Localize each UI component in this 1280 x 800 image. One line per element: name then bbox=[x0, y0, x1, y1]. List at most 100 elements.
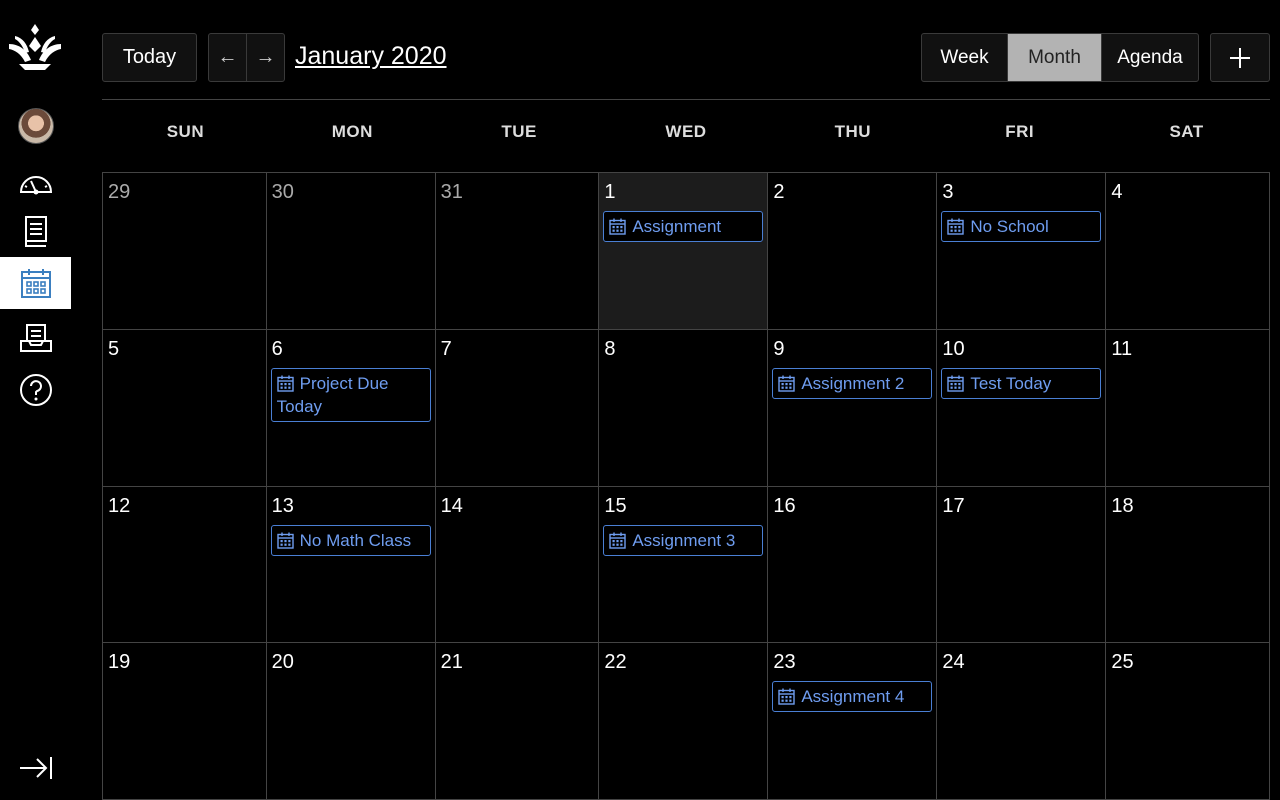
month-title[interactable]: January 2020 bbox=[295, 42, 447, 71]
event-title: No School bbox=[970, 217, 1049, 236]
day-number[interactable]: 23 bbox=[773, 651, 932, 674]
day-cell[interactable]: 9 Assignment 2 bbox=[768, 329, 938, 487]
day-cell[interactable]: 10 Test Today bbox=[937, 329, 1107, 487]
nav-inbox[interactable] bbox=[0, 312, 71, 364]
view-switcher: Week Month Agenda bbox=[921, 33, 1199, 82]
event-title: Assignment bbox=[632, 217, 722, 236]
day-number[interactable]: 16 bbox=[773, 495, 932, 518]
day-number[interactable]: 18 bbox=[1111, 495, 1265, 518]
weekday-label: MON bbox=[331, 122, 373, 141]
event-title: Test Today bbox=[970, 373, 1052, 393]
day-number[interactable]: 30 bbox=[272, 181, 431, 204]
day-cell[interactable]: 30 bbox=[266, 173, 436, 330]
day-cell[interactable]: 19 bbox=[103, 643, 267, 800]
courses-icon bbox=[24, 216, 47, 247]
day-number[interactable]: 29 bbox=[108, 181, 262, 204]
day-number[interactable]: 8 bbox=[604, 338, 763, 361]
event-calendar-icon bbox=[276, 375, 294, 392]
day-cell[interactable]: 17 bbox=[937, 486, 1107, 644]
month-nav-group: ← → bbox=[208, 33, 285, 82]
calendar-event[interactable]: No Math Class bbox=[270, 524, 431, 556]
collapse-nav-button[interactable] bbox=[0, 742, 71, 794]
day-cell[interactable]: 16 bbox=[768, 486, 938, 644]
calendar-event[interactable]: Assignment bbox=[603, 211, 764, 242]
calendar-event[interactable]: Project Due Today bbox=[270, 367, 431, 422]
calendar-event[interactable]: Assignment 4 bbox=[772, 681, 933, 713]
day-cell[interactable]: 23 Assignment 4 bbox=[768, 643, 938, 800]
calendar-event[interactable]: Assignment 2 bbox=[772, 367, 933, 399]
calendar-event[interactable]: Assignment 3 bbox=[603, 524, 764, 556]
dashboard-icon bbox=[19, 176, 52, 195]
nav-help[interactable] bbox=[0, 364, 71, 416]
day-cell[interactable]: 18 bbox=[1106, 486, 1270, 644]
nav-account[interactable] bbox=[0, 100, 71, 152]
avatar bbox=[17, 108, 54, 144]
day-number[interactable]: 6 bbox=[272, 338, 431, 361]
day-number[interactable]: 7 bbox=[441, 338, 595, 361]
day-number[interactable]: 14 bbox=[441, 495, 595, 518]
day-number[interactable]: 5 bbox=[108, 338, 262, 361]
day-cell[interactable]: 24 bbox=[937, 643, 1107, 800]
event-title: Assignment 2 bbox=[801, 373, 905, 393]
calendar-event[interactable]: Test Today bbox=[941, 367, 1102, 399]
day-number[interactable]: 25 bbox=[1111, 651, 1265, 674]
day-cell[interactable]: 21 bbox=[435, 643, 600, 800]
day-cell[interactable]: 7 bbox=[435, 329, 600, 487]
day-cell[interactable]: 12 bbox=[103, 486, 267, 644]
day-cell[interactable]: 22 bbox=[599, 643, 769, 800]
day-number[interactable]: 2 bbox=[773, 181, 932, 204]
day-cell[interactable]: 8 bbox=[599, 329, 769, 487]
add-event-button[interactable] bbox=[1210, 33, 1270, 82]
day-cell[interactable]: 3 No School bbox=[937, 173, 1107, 330]
day-number[interactable]: 19 bbox=[108, 651, 262, 674]
day-cell[interactable]: 15 Assignment 3 bbox=[599, 486, 769, 644]
day-number[interactable]: 17 bbox=[942, 495, 1101, 518]
day-cell[interactable]: 29 bbox=[103, 173, 267, 330]
day-number[interactable]: 1 bbox=[604, 181, 763, 204]
weekday-label: FRI bbox=[1005, 122, 1035, 141]
day-cell[interactable]: 31 bbox=[435, 173, 600, 330]
nav-dashboard[interactable] bbox=[0, 156, 71, 208]
day-cell[interactable]: 5 bbox=[103, 329, 267, 487]
calendar-event[interactable]: No School bbox=[941, 211, 1102, 242]
weekday-label: WED bbox=[665, 122, 707, 141]
day-number[interactable]: 13 bbox=[272, 495, 431, 518]
next-month-button[interactable]: → bbox=[246, 34, 284, 81]
day-number[interactable]: 24 bbox=[942, 651, 1101, 674]
day-cell[interactable]: 25 bbox=[1106, 643, 1270, 800]
day-number[interactable]: 10 bbox=[942, 338, 1101, 361]
global-nav-sidebar bbox=[0, 0, 71, 800]
day-cell[interactable]: 13 No Math Class bbox=[266, 486, 436, 644]
day-cell[interactable]: 11 bbox=[1106, 329, 1270, 487]
day-cell[interactable]: 4 bbox=[1106, 173, 1270, 330]
day-number[interactable]: 3 bbox=[942, 181, 1101, 204]
weekday-header-row: SUN MON TUE WED THU FRI SAT bbox=[102, 122, 1270, 142]
day-number[interactable]: 12 bbox=[108, 495, 262, 518]
week-view-button[interactable]: Week bbox=[922, 34, 1007, 81]
nav-courses[interactable] bbox=[0, 206, 71, 258]
day-cell[interactable]: 6 Project Due Today bbox=[266, 329, 436, 487]
weekday-label: SUN bbox=[166, 122, 205, 141]
day-cell[interactable]: 1 Assignment bbox=[599, 173, 769, 330]
day-number[interactable]: 21 bbox=[441, 651, 595, 674]
month-view-button[interactable]: Month bbox=[1007, 34, 1101, 81]
day-cell[interactable]: 14 bbox=[435, 486, 600, 644]
day-cell[interactable]: 2 bbox=[768, 173, 938, 330]
day-number[interactable]: 15 bbox=[604, 495, 763, 518]
day-number[interactable]: 20 bbox=[272, 651, 431, 674]
day-number[interactable]: 9 bbox=[773, 338, 932, 361]
day-number[interactable]: 22 bbox=[604, 651, 763, 674]
logo-icon[interactable] bbox=[5, 22, 65, 72]
prev-month-button[interactable]: ← bbox=[209, 34, 246, 81]
event-calendar-icon bbox=[276, 532, 294, 549]
event-calendar-icon bbox=[947, 218, 965, 235]
day-number[interactable]: 4 bbox=[1111, 181, 1265, 204]
today-button[interactable]: Today bbox=[102, 33, 197, 82]
day-number[interactable]: 11 bbox=[1111, 338, 1265, 361]
header-divider bbox=[102, 99, 1270, 100]
agenda-view-button[interactable]: Agenda bbox=[1101, 34, 1198, 81]
nav-calendar[interactable] bbox=[0, 257, 71, 309]
day-number[interactable]: 31 bbox=[441, 181, 595, 204]
day-cell[interactable]: 20 bbox=[266, 643, 436, 800]
event-title: Assignment 3 bbox=[632, 530, 736, 550]
